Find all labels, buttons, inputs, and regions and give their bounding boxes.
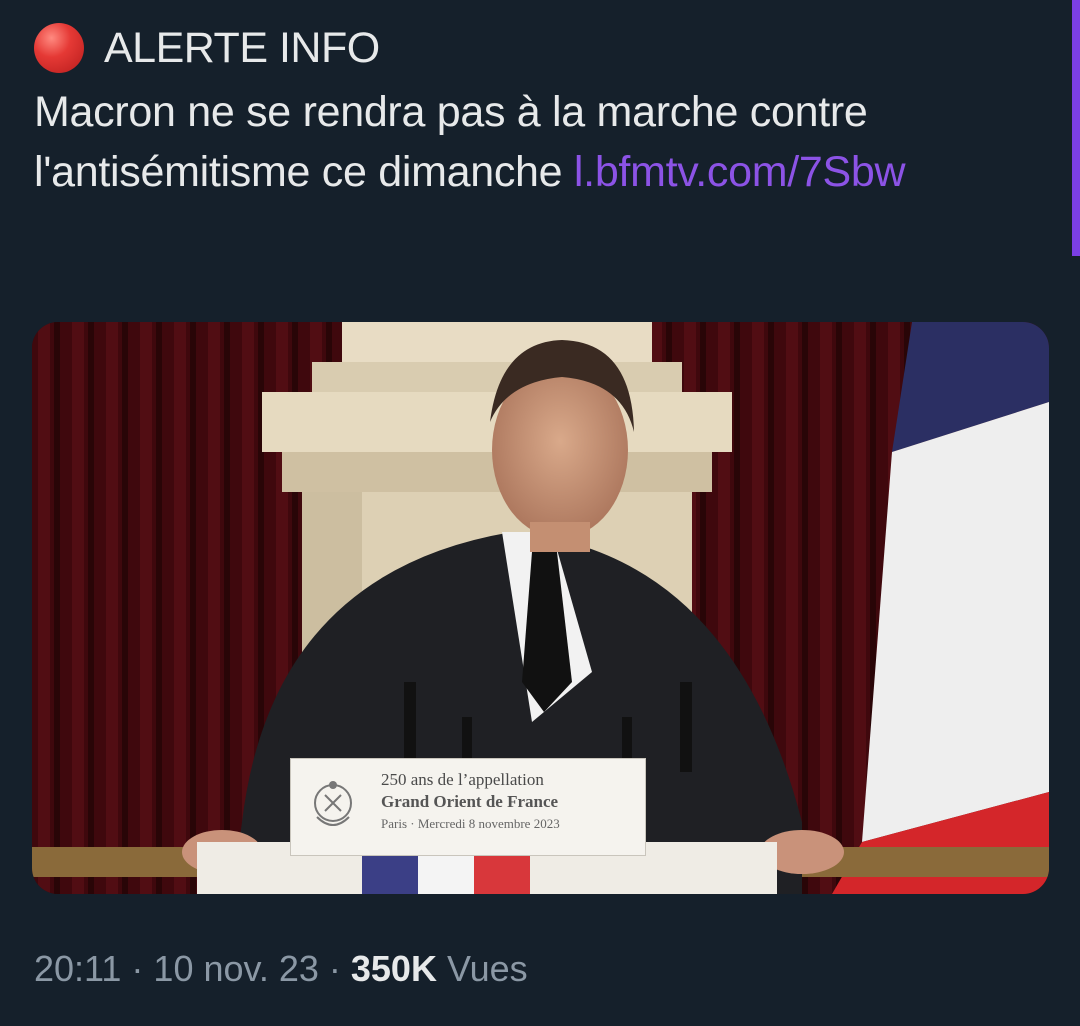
tweet-date[interactable]: 10 nov. 23: [153, 948, 318, 990]
placard-line-2: Grand Orient de France: [381, 792, 559, 811]
alert-header: ALERTE INFO: [34, 20, 1044, 76]
separator-2: ·: [328, 948, 341, 989]
alert-label: ALERTE INFO: [104, 23, 380, 72]
article-link[interactable]: l.bfmtv.com/7Sbw: [574, 148, 906, 196]
placard-line-1: 250 ans de l’appellation: [381, 770, 544, 789]
tweet-time[interactable]: 20:11: [34, 948, 121, 990]
tweet-metadata: 20:11 · 10 nov. 23 · 350K Vues: [34, 948, 528, 990]
lectern-placard: 250 ans de l’appellation Grand Orient de…: [290, 758, 646, 856]
separator-1: ·: [131, 948, 144, 989]
scroll-indicator[interactable]: [1072, 0, 1080, 256]
republic-seal-icon: [314, 781, 352, 826]
red-circle-icon: [34, 23, 84, 73]
placard-line-3: Paris · Mercredi 8 novembre 2023: [381, 816, 560, 831]
tweet-body: ALERTE INFO Macron ne se rendra pas à la…: [34, 20, 1044, 202]
tweet-photo[interactable]: 250 ans de l’appellation Grand Orient de…: [32, 322, 1049, 894]
views-label[interactable]: Vues: [447, 948, 528, 990]
views-count[interactable]: 350K: [351, 948, 437, 990]
tweet-text: Macron ne se rendra pas à la marche cont…: [34, 82, 1044, 202]
